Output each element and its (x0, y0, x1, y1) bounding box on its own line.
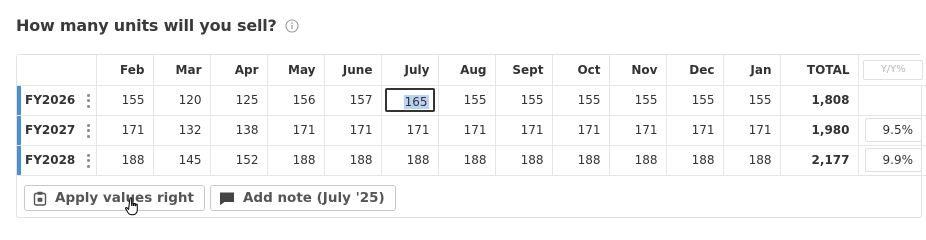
info-icon[interactable] (285, 18, 299, 33)
total-cell: 2,177 (779, 145, 858, 176)
value-cell[interactable]: 171 (494, 115, 552, 146)
row-menu-icon[interactable] (86, 123, 90, 138)
month-header: Jan (722, 55, 780, 86)
total-cell: 1,808 (779, 85, 858, 116)
total-cell: 1,980 (779, 115, 858, 146)
value-cell[interactable]: 157 (323, 85, 381, 116)
value-cell[interactable]: 171 (266, 115, 324, 146)
action-bar: Apply values right Add note (July '25) (24, 185, 401, 211)
yy-cell (857, 85, 926, 116)
value-cell-selected[interactable]: 165 (380, 85, 438, 116)
clipboard-icon (33, 191, 47, 206)
value-cell[interactable]: 188 (380, 145, 438, 176)
value-cell[interactable]: 171 (608, 115, 666, 146)
value-cell[interactable]: 188 (551, 145, 609, 176)
yy-cell: 9.5% (857, 115, 926, 146)
row-label: FY2028 (25, 153, 76, 167)
value-cell[interactable]: 156 (266, 85, 324, 116)
apply-values-right-button[interactable]: Apply values right (24, 185, 205, 211)
value-cell[interactable]: 171 (95, 115, 153, 146)
add-note-label: Add note (July '25) (242, 190, 385, 206)
units-table: Feb Mar Apr May June July Aug Sept Oct N… (17, 55, 926, 176)
value-cell[interactable]: 171 (551, 115, 609, 146)
value-cell[interactable]: 155 (722, 85, 780, 116)
table-row: FY2026 155 120 125 156 157 165 155 155 1… (17, 85, 926, 116)
table-row: FY2028 188 145 152 188 188 188 188 188 1… (17, 145, 926, 176)
row-menu-icon[interactable] (86, 153, 90, 168)
selected-cell-text: 165 (403, 95, 429, 109)
value-cell[interactable]: 188 (266, 145, 324, 176)
month-header: July (380, 55, 438, 86)
yy-header: Y/Y% (857, 55, 926, 86)
add-note-button[interactable]: Add note (July '25) (209, 185, 396, 211)
month-header: Apr (209, 55, 267, 86)
comment-icon (219, 192, 234, 205)
value-cell[interactable]: 171 (323, 115, 381, 146)
value-cell[interactable]: 188 (494, 145, 552, 176)
month-header: Feb (95, 55, 153, 86)
value-cell[interactable]: 155 (551, 85, 609, 116)
row-label: FY2026 (25, 93, 76, 107)
value-cell[interactable]: 188 (665, 145, 723, 176)
row-menu-icon[interactable] (86, 93, 90, 108)
selected-cell-editor[interactable]: 165 (384, 88, 435, 112)
value-cell[interactable]: 152 (209, 145, 267, 176)
yy-value: 9.5% (864, 118, 922, 142)
month-header: Mar (152, 55, 210, 86)
header-row: Feb Mar Apr May June July Aug Sept Oct N… (17, 55, 926, 86)
value-cell[interactable]: 188 (323, 145, 381, 176)
table-row: FY2027 171 132 138 171 171 171 171 171 1… (17, 115, 926, 146)
value-cell[interactable]: 155 (608, 85, 666, 116)
value-cell[interactable]: 155 (437, 85, 495, 116)
row-label-cell: FY2028 (17, 145, 96, 176)
row-label-cell: FY2026 (17, 85, 96, 116)
title-row: How many units will you sell? (16, 14, 299, 36)
value-cell[interactable]: 125 (209, 85, 267, 116)
value-cell[interactable]: 132 (152, 115, 210, 146)
month-header: June (323, 55, 381, 86)
month-header: Sept (494, 55, 552, 86)
value-cell[interactable]: 155 (494, 85, 552, 116)
page-title: How many units will you sell? (16, 15, 277, 35)
yy-value: 9.9% (864, 148, 922, 172)
yy-cell: 9.9% (857, 145, 926, 176)
month-header: Oct (551, 55, 609, 86)
value-cell[interactable]: 155 (665, 85, 723, 116)
value-cell[interactable]: 171 (437, 115, 495, 146)
value-cell[interactable]: 188 (437, 145, 495, 176)
value-cell[interactable]: 171 (665, 115, 723, 146)
value-cell[interactable]: 120 (152, 85, 210, 116)
value-cell[interactable]: 171 (380, 115, 438, 146)
month-header: May (266, 55, 324, 86)
value-cell[interactable]: 155 (95, 85, 153, 116)
month-header: Dec (665, 55, 723, 86)
value-cell[interactable]: 188 (722, 145, 780, 176)
value-cell[interactable]: 188 (608, 145, 666, 176)
value-cell[interactable]: 138 (209, 115, 267, 146)
hand-pointer-icon (125, 197, 141, 221)
month-header: Nov (608, 55, 666, 86)
month-header: Aug (437, 55, 495, 86)
header-blank (17, 55, 96, 86)
total-header: TOTAL (779, 55, 858, 86)
value-cell[interactable]: 145 (152, 145, 210, 176)
value-cell[interactable]: 171 (722, 115, 780, 146)
row-label-cell: FY2027 (17, 115, 96, 146)
yy-header-label: Y/Y% (863, 59, 924, 80)
row-label: FY2027 (25, 123, 76, 137)
value-cell[interactable]: 188 (95, 145, 153, 176)
